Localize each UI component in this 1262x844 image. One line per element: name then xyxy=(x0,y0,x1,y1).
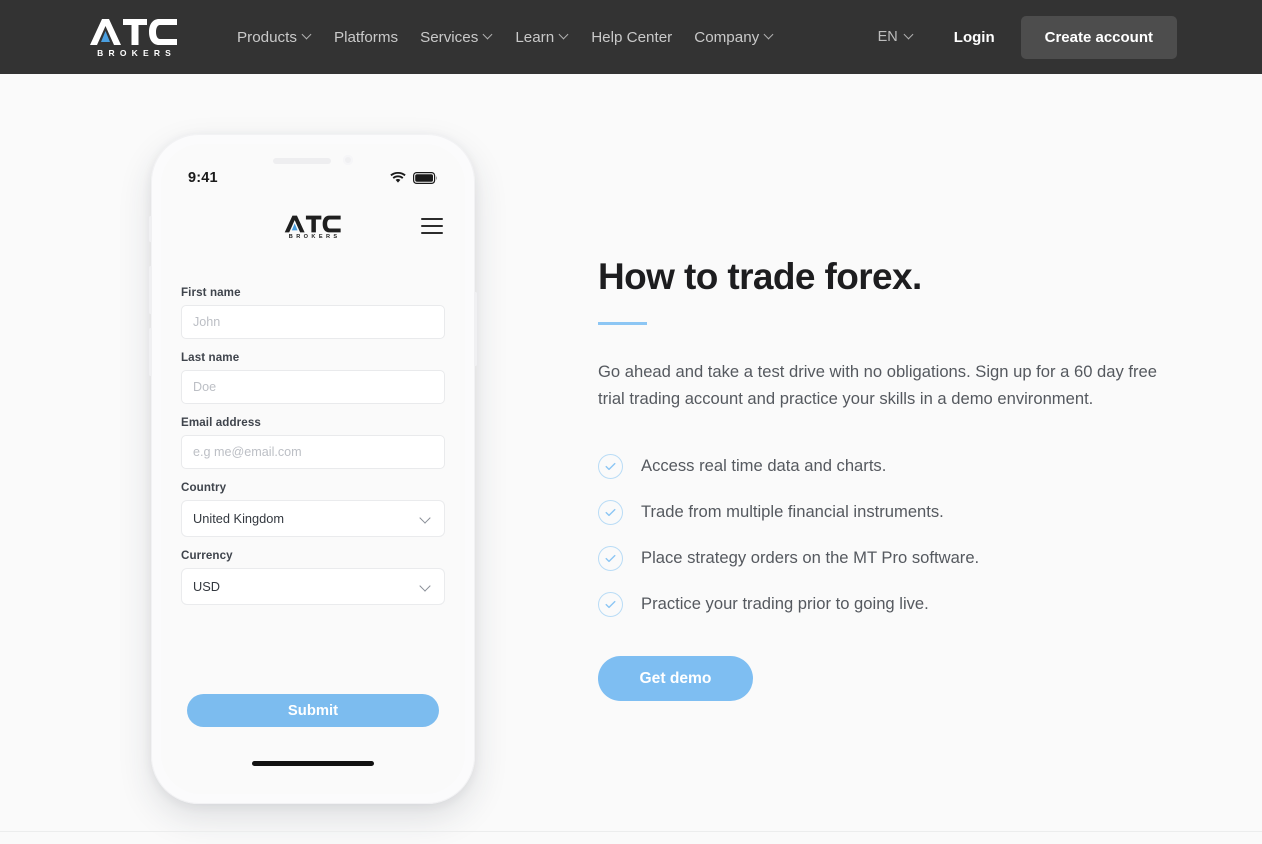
hamburger-bar xyxy=(421,225,443,227)
hero-description: Go ahead and take a test drive with no o… xyxy=(598,361,1158,409)
hamburger-bar xyxy=(421,218,443,220)
chevron-down-icon xyxy=(421,582,430,591)
phone-home-indicator xyxy=(252,761,374,766)
nav-label: Help Center xyxy=(591,28,673,46)
chevron-down-icon xyxy=(560,31,569,40)
country-select[interactable]: United Kingdom xyxy=(181,500,445,537)
nav-label: Company xyxy=(694,28,760,46)
checkmark-icon xyxy=(605,600,616,609)
status-time: 9:41 xyxy=(188,170,218,186)
chevron-down-icon xyxy=(303,31,312,40)
phone-camera-icon xyxy=(343,155,353,165)
nav-item-company[interactable]: Company xyxy=(683,29,785,46)
field-label: Email address xyxy=(181,416,261,429)
language-label: EN xyxy=(877,29,898,45)
last-name-input[interactable]: Doe xyxy=(181,370,445,404)
currency-select-value: USD xyxy=(193,579,221,594)
chevron-down-icon xyxy=(905,31,914,40)
checkmark-icon xyxy=(605,508,616,517)
nav-item-platforms[interactable]: Platforms xyxy=(323,29,409,46)
chevron-down-icon xyxy=(421,514,430,523)
check-circle-icon xyxy=(598,453,623,479)
phone-status-bar: 9:41 xyxy=(161,168,465,188)
checklist-label: Place strategy orders on the MT Pro soft… xyxy=(641,548,980,568)
accent-divider xyxy=(598,321,647,325)
check-circle-icon xyxy=(598,591,623,617)
page-title: How to trade forex. xyxy=(598,256,922,297)
list-item: Trade from multiple financial instrument… xyxy=(598,489,1198,535)
get-demo-button[interactable]: Get demo xyxy=(598,656,753,702)
currency-select[interactable]: USD xyxy=(181,568,445,605)
checklist-label: Trade from multiple financial instrument… xyxy=(641,502,944,522)
status-icons xyxy=(390,172,438,184)
nav-label: Services xyxy=(420,28,479,46)
nav-label: Platforms xyxy=(333,28,399,46)
nav-item-products[interactable]: Products xyxy=(237,29,323,46)
atc-wordmark-icon xyxy=(284,215,341,233)
chevron-down-icon xyxy=(484,31,493,40)
list-item: Practice your trading prior to going liv… xyxy=(598,581,1198,627)
hero-section: 9:41 BROKERS First name John Last name D… xyxy=(0,74,1262,844)
checkmark-icon xyxy=(605,462,616,471)
nav-label: Learn xyxy=(515,28,555,46)
site-logo[interactable]: BROKERS xyxy=(88,17,180,59)
phone-volume-down-button xyxy=(149,328,152,376)
field-currency: Currency USD xyxy=(181,549,445,605)
phone-speaker-icon xyxy=(273,158,331,164)
phone-logo[interactable]: BROKERS xyxy=(284,215,342,241)
atc-wordmark-icon xyxy=(90,19,177,46)
nav-item-help-center[interactable]: Help Center xyxy=(580,29,683,46)
submit-button[interactable]: Submit xyxy=(187,694,439,727)
nav-item-learn[interactable]: Learn xyxy=(504,29,580,46)
phone-silent-switch xyxy=(149,216,152,242)
phone-volume-up-button xyxy=(149,266,152,314)
phone-logo-subtext: BROKERS xyxy=(288,234,341,241)
phone-power-button xyxy=(474,292,477,366)
field-country: Country United Kingdom xyxy=(181,481,445,537)
checklist-label: Practice your trading prior to going liv… xyxy=(641,594,929,614)
field-label: Last name xyxy=(181,351,240,364)
nav-label: Products xyxy=(237,28,297,46)
nav-actions: EN Login Create account xyxy=(878,0,1177,74)
phone-app-header: BROKERS xyxy=(161,206,465,250)
country-select-value: United Kingdom xyxy=(193,511,285,526)
field-email-address: Email address e.g me@email.com xyxy=(181,416,445,469)
wifi-icon xyxy=(390,172,406,183)
field-label: First name xyxy=(181,286,241,299)
field-label: Country xyxy=(181,481,227,494)
top-navigation-bar: BROKERS Products Platforms Services Lear… xyxy=(0,0,1262,74)
check-circle-icon xyxy=(598,545,623,571)
field-first-name: First name John xyxy=(181,286,445,339)
checkmark-icon xyxy=(605,554,616,563)
field-label: Currency xyxy=(181,549,233,562)
field-last-name: Last name Doe xyxy=(181,351,445,404)
hamburger-menu-icon[interactable] xyxy=(421,216,443,236)
feature-checklist: Access real time data and charts. Trade … xyxy=(598,443,1198,627)
check-circle-icon xyxy=(598,499,623,525)
primary-nav: Products Platforms Services Learn Help C… xyxy=(237,0,785,74)
language-selector[interactable]: EN xyxy=(878,29,914,45)
email-input[interactable]: e.g me@email.com xyxy=(181,435,445,469)
list-item: Place strategy orders on the MT Pro soft… xyxy=(598,535,1198,581)
section-divider xyxy=(0,831,1262,832)
list-item: Access real time data and charts. xyxy=(598,443,1198,489)
logo-subtext: BROKERS xyxy=(97,48,177,59)
nav-item-services[interactable]: Services xyxy=(409,29,504,46)
create-account-button[interactable]: Create account xyxy=(1020,15,1177,59)
phone-mockup: 9:41 BROKERS First name John Last name D… xyxy=(149,134,477,804)
first-name-input[interactable]: John xyxy=(181,305,445,339)
hamburger-bar xyxy=(421,232,443,234)
signup-form: First name John Last name Doe Email addr… xyxy=(181,286,445,617)
login-link[interactable]: Login xyxy=(954,29,995,46)
battery-icon xyxy=(413,172,438,184)
checklist-label: Access real time data and charts. xyxy=(641,456,887,476)
hero-content: How to trade forex. Go ahead and take a … xyxy=(598,256,1198,702)
phone-screen: 9:41 BROKERS First name John Last name D… xyxy=(161,144,465,794)
chevron-down-icon xyxy=(765,31,774,40)
